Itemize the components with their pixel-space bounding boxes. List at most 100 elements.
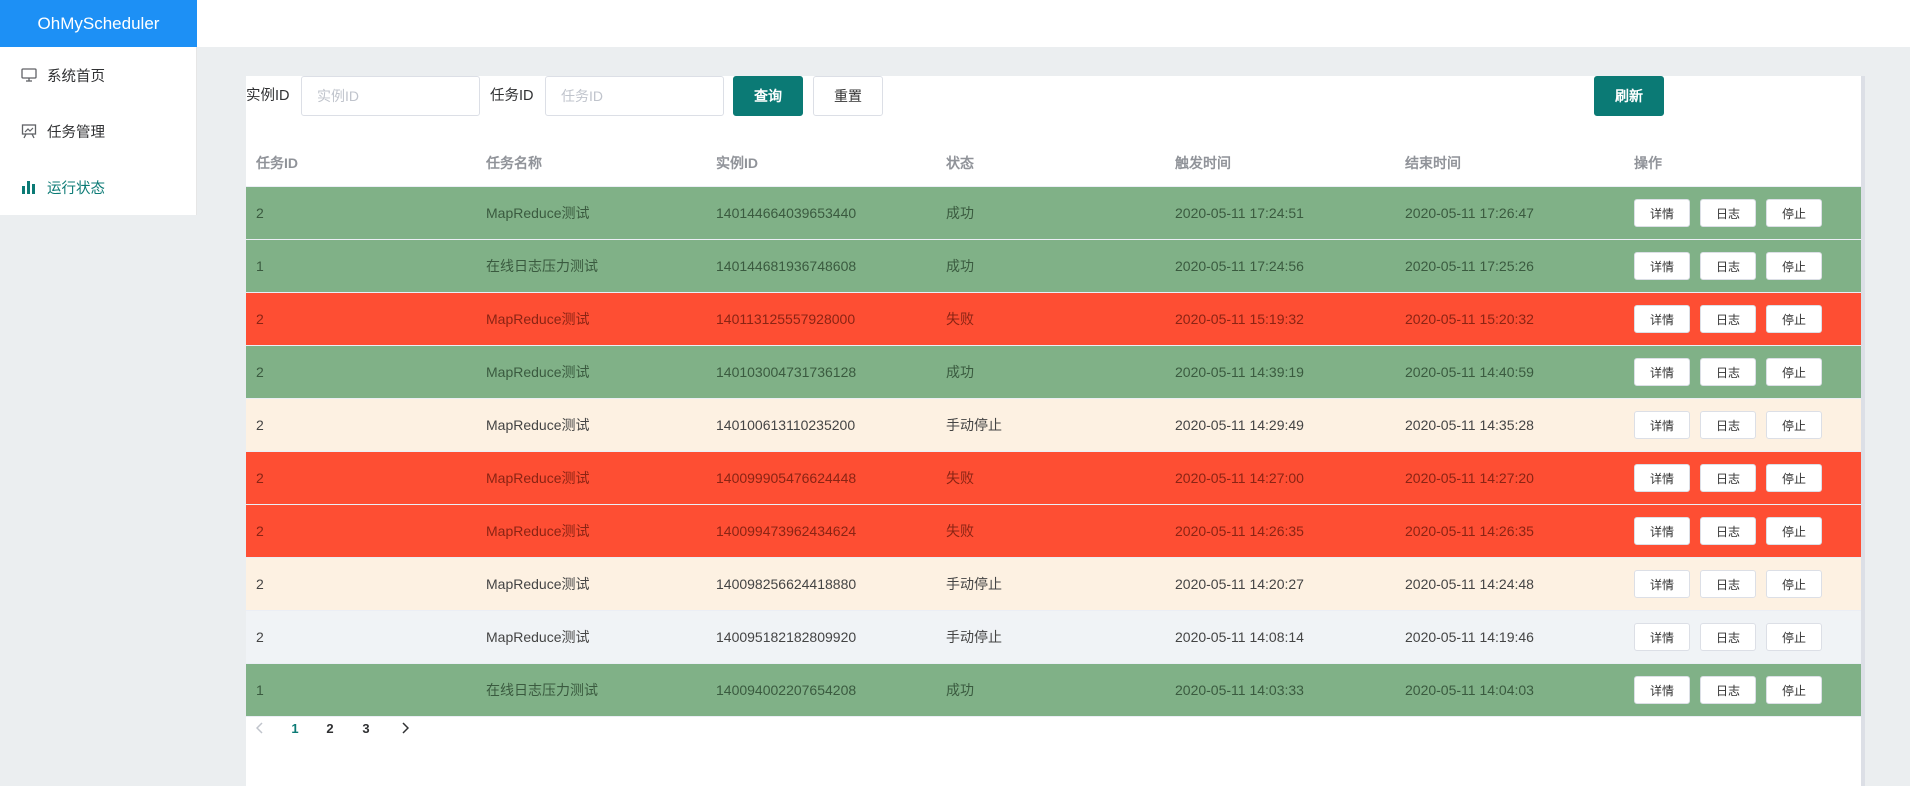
sidebar-item-label: 任务管理 <box>47 124 105 141</box>
status-cell: 成功 <box>946 258 974 274</box>
page-2-button[interactable]: 2 <box>316 713 344 743</box>
trigger-time-cell: 2020-05-11 14:08:14 <box>1175 629 1304 645</box>
column-header: 实例ID <box>716 154 758 171</box>
job-id-cell: 2 <box>256 523 264 539</box>
trigger-time-cell: 2020-05-11 14:20:27 <box>1175 576 1304 592</box>
instance-id-cell: 140098256624418880 <box>716 576 857 592</box>
job-id-cell: 2 <box>256 311 264 327</box>
detail-button[interactable]: 详情 <box>1634 199 1690 227</box>
instance-id-cell: 140144681936748608 <box>716 258 857 274</box>
monitor-icon <box>21 67 37 83</box>
status-cell: 手动停止 <box>946 417 1002 433</box>
page-3-button[interactable]: 3 <box>352 713 380 743</box>
log-button[interactable]: 日志 <box>1700 517 1756 545</box>
sidebar-item-home[interactable]: 系统首页 <box>0 47 196 103</box>
status-cell: 失败 <box>946 470 974 486</box>
sidebar-item-label: 运行状态 <box>47 180 105 197</box>
detail-button[interactable]: 详情 <box>1634 358 1690 386</box>
bar-chart-icon <box>21 179 37 195</box>
instance-id-cell: 140095182182809920 <box>716 629 857 645</box>
end-time-cell: 2020-05-11 14:24:48 <box>1405 576 1534 592</box>
table-row: 2 MapReduce测试 140095182182809920 手动停止 2020-0… <box>246 611 1861 664</box>
job-name-cell: MapReduce测试 <box>486 523 590 539</box>
refresh-button[interactable]: 刷新 <box>1594 76 1664 116</box>
job-id-cell: 2 <box>256 470 264 486</box>
log-button[interactable]: 日志 <box>1700 464 1756 492</box>
job-id-input[interactable] <box>545 76 724 116</box>
stop-button[interactable]: 停止 <box>1766 676 1822 704</box>
stop-button[interactable]: 停止 <box>1766 570 1822 598</box>
table-row: 2 MapReduce测试 140113125557928000 失败 2020-05-… <box>246 293 1861 346</box>
detail-button[interactable]: 详情 <box>1634 464 1690 492</box>
stop-button[interactable]: 停止 <box>1766 199 1822 227</box>
detail-button[interactable]: 详情 <box>1634 305 1690 333</box>
job-id-cell: 2 <box>256 205 264 221</box>
log-button[interactable]: 日志 <box>1700 252 1756 280</box>
log-button[interactable]: 日志 <box>1700 411 1756 439</box>
log-button[interactable]: 日志 <box>1700 570 1756 598</box>
stop-button[interactable]: 停止 <box>1766 464 1822 492</box>
job-id-cell: 2 <box>256 629 264 645</box>
column-header: 操作 <box>1634 154 1662 171</box>
log-button[interactable]: 日志 <box>1700 358 1756 386</box>
column-header: 触发时间 <box>1175 154 1231 171</box>
sidebar-item-jobs[interactable]: 任务管理 <box>0 103 196 159</box>
column-header: 状态 <box>946 154 974 171</box>
status-cell: 成功 <box>946 364 974 380</box>
column-header: 结束时间 <box>1405 154 1461 171</box>
detail-button[interactable]: 详情 <box>1634 676 1690 704</box>
stop-button[interactable]: 停止 <box>1766 252 1822 280</box>
job-name-cell: 在线日志压力测试 <box>486 258 598 274</box>
detail-button[interactable]: 详情 <box>1634 517 1690 545</box>
table-row: 2 MapReduce测试 140098256624418880 手动停止 2020-0… <box>246 558 1861 611</box>
reset-button[interactable]: 重置 <box>813 76 883 116</box>
stop-button[interactable]: 停止 <box>1766 517 1822 545</box>
job-name-cell: 在线日志压力测试 <box>486 682 598 698</box>
job-name-cell: MapReduce测试 <box>486 311 590 327</box>
end-time-cell: 2020-05-11 17:25:26 <box>1405 258 1534 274</box>
status-cell: 失败 <box>946 523 974 539</box>
end-time-cell: 2020-05-11 14:40:59 <box>1405 364 1534 380</box>
detail-button[interactable]: 详情 <box>1634 623 1690 651</box>
stop-button[interactable]: 停止 <box>1766 305 1822 333</box>
chevron-right-icon[interactable] <box>391 713 419 743</box>
page-1-button[interactable]: 1 <box>281 713 309 743</box>
presentation-icon <box>21 123 37 139</box>
instance-id-cell: 140099473962434624 <box>716 523 857 539</box>
top-bar <box>197 0 1910 47</box>
query-button[interactable]: 查询 <box>733 76 803 116</box>
table-header: 任务ID 任务名称 实例ID 状态 触发时间 结束时间 操作 <box>246 139 1861 187</box>
chevron-left-icon[interactable] <box>246 713 274 743</box>
detail-button[interactable]: 详情 <box>1634 411 1690 439</box>
table-row: 2 MapReduce测试 140100613110235200 手动停止 2020-0… <box>246 399 1861 452</box>
stop-button[interactable]: 停止 <box>1766 623 1822 651</box>
status-cell: 成功 <box>946 205 974 221</box>
job-name-cell: MapReduce测试 <box>486 576 590 592</box>
sidebar-item-label: 系统首页 <box>47 68 105 85</box>
job-name-cell: MapReduce测试 <box>486 417 590 433</box>
status-cell: 失败 <box>946 311 974 327</box>
job-id-cell: 1 <box>256 258 264 274</box>
log-button[interactable]: 日志 <box>1700 305 1756 333</box>
job-name-cell: MapReduce测试 <box>486 629 590 645</box>
table-row: 1 在线日志压力测试 140144681936748608 成功 2020-05-11 … <box>246 240 1861 293</box>
job-id-cell: 2 <box>256 417 264 433</box>
log-button[interactable]: 日志 <box>1700 623 1756 651</box>
detail-button[interactable]: 详情 <box>1634 252 1690 280</box>
stop-button[interactable]: 停止 <box>1766 358 1822 386</box>
end-time-cell: 2020-05-11 14:04:03 <box>1405 682 1534 698</box>
instance-id-cell: 140094002207654208 <box>716 682 857 698</box>
table-row: 2 MapReduce测试 140144664039653440 成功 2020-05-… <box>246 187 1861 240</box>
instance-id-input[interactable] <box>301 76 480 116</box>
log-button[interactable]: 日志 <box>1700 676 1756 704</box>
sidebar-item-status[interactable]: 运行状态 <box>0 159 196 215</box>
end-time-cell: 2020-05-11 14:26:35 <box>1405 523 1534 539</box>
table-row: 2 MapReduce测试 140099473962434624 失败 2020-05-… <box>246 505 1861 558</box>
end-time-cell: 2020-05-11 14:19:46 <box>1405 629 1534 645</box>
instance-id-cell: 140113125557928000 <box>716 311 856 327</box>
instance-id-cell: 140099905476624448 <box>716 470 857 486</box>
detail-button[interactable]: 详情 <box>1634 570 1690 598</box>
log-button[interactable]: 日志 <box>1700 199 1756 227</box>
stop-button[interactable]: 停止 <box>1766 411 1822 439</box>
job-name-cell: MapReduce测试 <box>486 364 590 380</box>
